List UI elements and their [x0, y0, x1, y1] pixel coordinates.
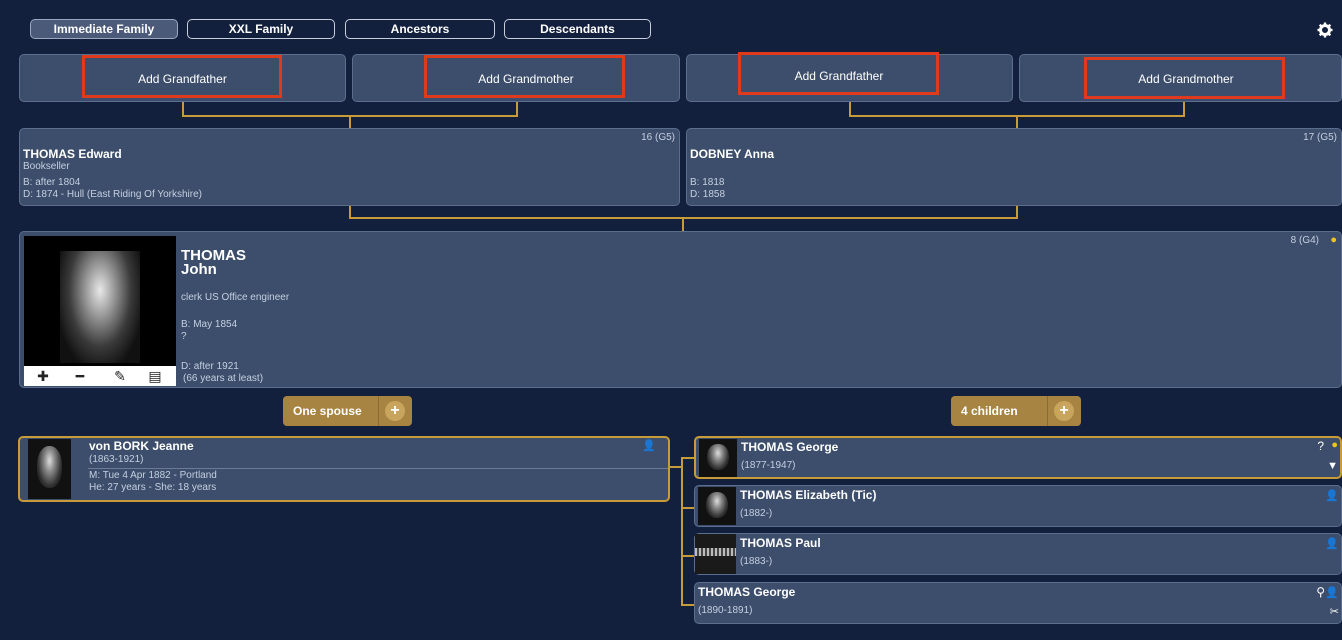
lightbulb-icon[interactable]: ● [1331, 439, 1338, 451]
mother-generation: 17 (G5) [1303, 132, 1337, 143]
connector-line [182, 102, 184, 116]
child-card-1[interactable]: THOMAS George (1877-1947) ? ● ▼ [694, 436, 1342, 479]
father-name: THOMAS Edward [23, 147, 122, 161]
add-photo-icon[interactable]: ✚ [34, 367, 52, 385]
connector-line [681, 555, 694, 557]
question-icon[interactable]: ? [1317, 439, 1324, 453]
main-occupation: clerk US Office engineer [181, 292, 290, 303]
divider [88, 468, 668, 469]
female-person-icon: 👤 [1325, 490, 1339, 502]
add-spouse-icon[interactable]: + [385, 401, 405, 421]
father-birth: B: after 1804 [23, 177, 81, 188]
pill-divider [378, 396, 379, 426]
child-name: THOMAS George [741, 440, 839, 454]
photo-toolbar: ✚ ━ ✎ ▤ [24, 366, 176, 386]
connector-line [1016, 115, 1018, 128]
death-symbol-icon: ⚲ [1316, 585, 1325, 599]
tab-ancestors[interactable]: Ancestors [345, 19, 495, 39]
mother-birth: B: 1818 [690, 177, 725, 188]
marriage-info: M: Tue 4 Apr 1882 - Portland [89, 470, 217, 481]
pill-divider [1047, 396, 1048, 426]
spouse-pill-button[interactable]: One spouse + [283, 396, 412, 426]
highlight-box [738, 52, 939, 95]
mother-card[interactable]: 17 (G5) DOBNEY Anna B: 1818 D: 1858 [686, 128, 1342, 206]
father-card[interactable]: 16 (G5) THOMAS Edward Bookseller B: afte… [19, 128, 680, 206]
spouse-dates: (1863-1921) [89, 454, 144, 465]
spouse-pill-label: One spouse [293, 404, 362, 418]
connector-line [681, 457, 694, 459]
add-child-icon[interactable]: + [1054, 401, 1074, 421]
main-age: (66 years at least) [183, 373, 264, 384]
gear-icon-svg [1317, 22, 1333, 38]
highlight-box [424, 55, 625, 98]
portrait-image [60, 251, 140, 363]
spouse-thumbnail [28, 439, 71, 499]
mother-name: DOBNEY Anna [690, 147, 775, 161]
marriage-ages: He: 27 years - She: 18 years [89, 482, 217, 493]
remove-photo-icon[interactable]: ━ [71, 367, 89, 385]
spouse-card[interactable]: von BORK Jeanne (1863-1921) M: Tue 4 Apr… [18, 436, 670, 502]
male-person-icon: 👤 [1325, 538, 1339, 550]
connector-line [516, 102, 518, 116]
connector-line [1183, 102, 1185, 116]
scissors-icon[interactable]: ✂ [1330, 605, 1339, 618]
edit-photo-icon[interactable]: ✎ [111, 367, 129, 385]
child-thumbnail [698, 487, 736, 525]
father-occupation: Bookseller [23, 161, 70, 172]
child-card-2[interactable]: THOMAS Elizabeth (Tic) (1882-) 👤 [694, 485, 1342, 527]
spouse-name: von BORK Jeanne [89, 439, 194, 453]
connector-line [849, 102, 851, 116]
child-card-3[interactable]: THOMAS Paul (1883-) 👤 [694, 533, 1342, 575]
father-death: D: 1874 - Hull (East Riding Of Yorkshire… [23, 189, 202, 200]
father-generation: 16 (G5) [641, 132, 675, 143]
child-dates: (1882-) [740, 508, 773, 519]
child-name: THOMAS Elizabeth (Tic) [740, 488, 877, 502]
connector-line [681, 457, 683, 606]
main-birth-place: ? [181, 331, 187, 342]
main-generation: 8 (G4) [1290, 235, 1319, 246]
child-dates: (1877-1947) [741, 460, 796, 471]
connector-line [681, 507, 694, 509]
tab-descendants[interactable]: Descendants [504, 19, 651, 39]
highlight-box [1084, 57, 1285, 99]
mother-death: D: 1858 [690, 189, 726, 200]
male-person-icon: 👤 [1325, 587, 1339, 599]
connector-line [681, 604, 694, 606]
child-thumbnail [695, 534, 736, 574]
chevron-down-icon[interactable]: ▼ [1327, 460, 1338, 472]
highlight-box [82, 55, 282, 98]
main-given-name: John [181, 261, 217, 278]
child-card-4[interactable]: THOMAS George (1890-1891) ⚲ 👤 ✂ [694, 582, 1342, 624]
gear-icon[interactable] [1316, 22, 1334, 40]
child-dates: (1890-1891) [698, 605, 753, 616]
child-name: THOMAS Paul [740, 536, 821, 550]
children-pill-label: 4 children [961, 404, 1018, 418]
female-person-icon: 👤 [642, 440, 656, 452]
child-dates: (1883-) [740, 556, 773, 567]
main-birth: B: May 1854 [181, 319, 238, 330]
film-strip-icon[interactable]: ▤ [146, 367, 164, 385]
connector-line [349, 115, 351, 128]
lightbulb-icon[interactable]: ● [1330, 234, 1337, 246]
child-name: THOMAS George [698, 585, 796, 599]
main-death: D: after 1921 [181, 361, 239, 372]
connector-line [682, 217, 684, 231]
child-thumbnail [699, 439, 737, 477]
tab-xxl-family[interactable]: XXL Family [187, 19, 335, 39]
main-person-card[interactable]: ✚ ━ ✎ ▤ 8 (G4) ● THOMAS John clerk US Of… [19, 231, 1342, 388]
children-pill-button[interactable]: 4 children + [951, 396, 1081, 426]
main-photo[interactable]: ✚ ━ ✎ ▤ [24, 236, 176, 386]
tab-immediate-family[interactable]: Immediate Family [30, 19, 178, 39]
